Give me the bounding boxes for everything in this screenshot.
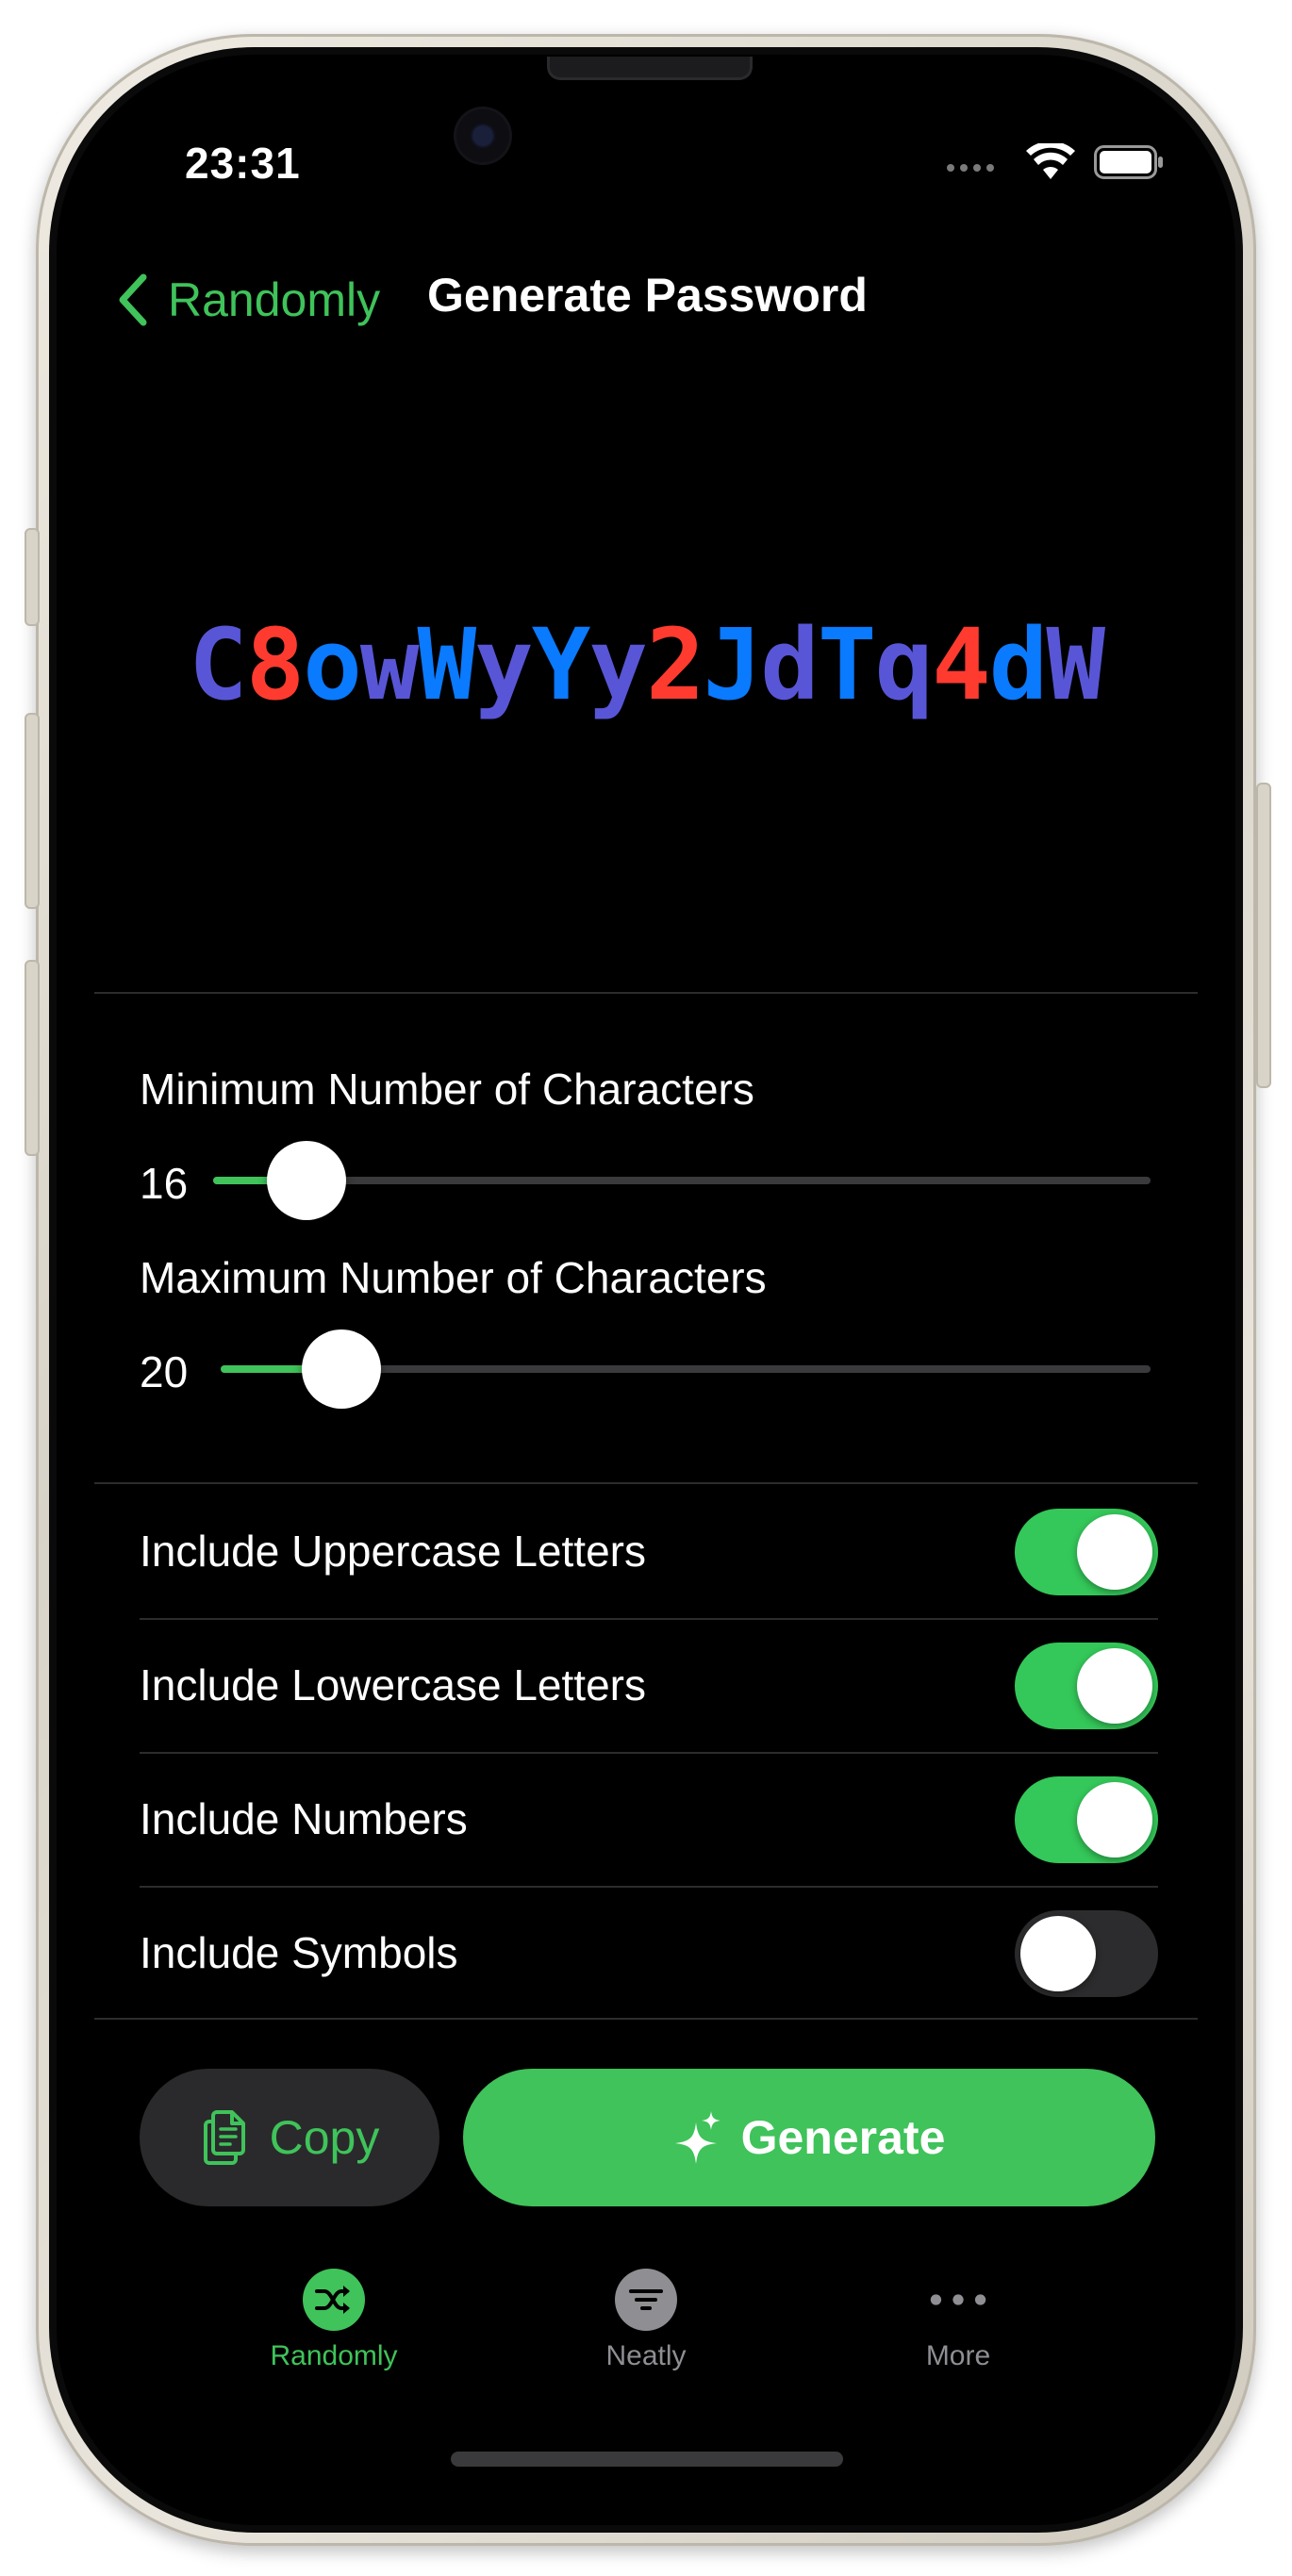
- volume-up-button: [25, 713, 40, 909]
- toggle-knob: [1020, 1916, 1096, 1991]
- uppercase-toggle[interactable]: [1015, 1509, 1158, 1595]
- password-character: C: [189, 607, 248, 722]
- divider: [94, 1482, 1198, 1484]
- generate-button-label: Generate: [740, 2111, 946, 2164]
- power-button: [1256, 783, 1271, 1088]
- action-button: [25, 528, 40, 626]
- tab-more[interactable]: More: [854, 2269, 1062, 2372]
- volume-down-button: [25, 960, 40, 1156]
- shuffle-icon: [303, 2269, 365, 2331]
- minimum-characters-slider[interactable]: [213, 1141, 1151, 1220]
- divider: [94, 992, 1198, 994]
- password-character: d: [988, 607, 1049, 722]
- front-camera: [456, 109, 509, 162]
- back-button-label: Randomly: [168, 273, 381, 326]
- toggle-knob: [1077, 1648, 1152, 1724]
- password-character: o: [303, 607, 362, 722]
- status-icons: [947, 143, 1211, 181]
- toggle-label: Include Symbols: [140, 1928, 458, 1977]
- maximum-characters-value: 20: [140, 1347, 189, 1396]
- toggle-row-numbers[interactable]: Include Numbers: [140, 1754, 1158, 1886]
- toggle-label: Include Uppercase Letters: [140, 1527, 646, 1576]
- password-character: d: [760, 607, 820, 722]
- password-character: q: [874, 607, 935, 722]
- ellipsis-icon: [927, 2269, 989, 2331]
- symbols-toggle[interactable]: [1015, 1910, 1158, 1997]
- toggle-row-lowercase[interactable]: Include Lowercase Letters: [140, 1620, 1158, 1752]
- divider: [94, 2018, 1198, 2020]
- copy-button-label: Copy: [269, 2111, 380, 2164]
- lowercase-toggle[interactable]: [1015, 1643, 1158, 1729]
- toggle-row-uppercase[interactable]: Include Uppercase Letters: [140, 1486, 1158, 1618]
- earpiece-speaker: [547, 57, 753, 80]
- home-indicator: [451, 2452, 843, 2467]
- tab-randomly[interactable]: Randomly: [230, 2269, 438, 2372]
- password-character: W: [1046, 607, 1105, 722]
- cellular-signal-icon: [947, 164, 994, 172]
- numbers-toggle[interactable]: [1015, 1776, 1158, 1863]
- tab-label: More: [925, 2340, 991, 2371]
- filter-lines-icon: [615, 2269, 677, 2331]
- password-character: y: [474, 607, 534, 722]
- chevron-left-icon: [119, 273, 147, 326]
- tab-label: Randomly: [270, 2340, 398, 2371]
- copy-document-icon: [203, 2110, 245, 2165]
- password-character: T: [817, 607, 877, 722]
- maximum-characters-slider[interactable]: [221, 1329, 1151, 1409]
- battery-icon: [1094, 145, 1163, 179]
- password-character: W: [417, 607, 477, 722]
- maximum-characters-label: Maximum Number of Characters: [140, 1253, 767, 1302]
- status-time: 23:31: [185, 139, 301, 188]
- toggle-label: Include Numbers: [140, 1794, 468, 1843]
- screen: 23:31 Randomly Generate Password C8owWyY…: [57, 55, 1235, 2525]
- tab-label: Neatly: [605, 2340, 687, 2371]
- toggle-label: Include Lowercase Letters: [140, 1660, 646, 1709]
- slider-thumb[interactable]: [267, 1141, 347, 1220]
- password-character: w: [359, 607, 420, 722]
- toggle-row-symbols[interactable]: Include Symbols: [140, 1888, 1158, 2020]
- minimum-characters-value: 16: [140, 1159, 189, 1208]
- toggle-knob: [1077, 1782, 1152, 1858]
- password-character: Y: [531, 607, 591, 722]
- back-button[interactable]: Randomly: [113, 262, 380, 338]
- password-character: J: [703, 607, 763, 722]
- password-character: 4: [932, 607, 991, 722]
- generated-password: C8owWyYy2JdTq4dW: [57, 607, 1235, 722]
- generate-button[interactable]: Generate: [463, 2069, 1155, 2206]
- slider-thumb[interactable]: [302, 1329, 382, 1409]
- minimum-characters-label: Minimum Number of Characters: [140, 1065, 754, 1114]
- copy-button[interactable]: Copy: [140, 2069, 439, 2206]
- password-character: y: [588, 607, 648, 722]
- sparkles-icon: [674, 2111, 721, 2164]
- tab-neatly[interactable]: Neatly: [542, 2269, 750, 2372]
- page-title: Generate Password: [427, 269, 868, 322]
- toggle-knob: [1077, 1514, 1152, 1590]
- wifi-icon: [1026, 143, 1075, 179]
- password-character: 2: [646, 607, 705, 722]
- password-character: 8: [245, 607, 306, 722]
